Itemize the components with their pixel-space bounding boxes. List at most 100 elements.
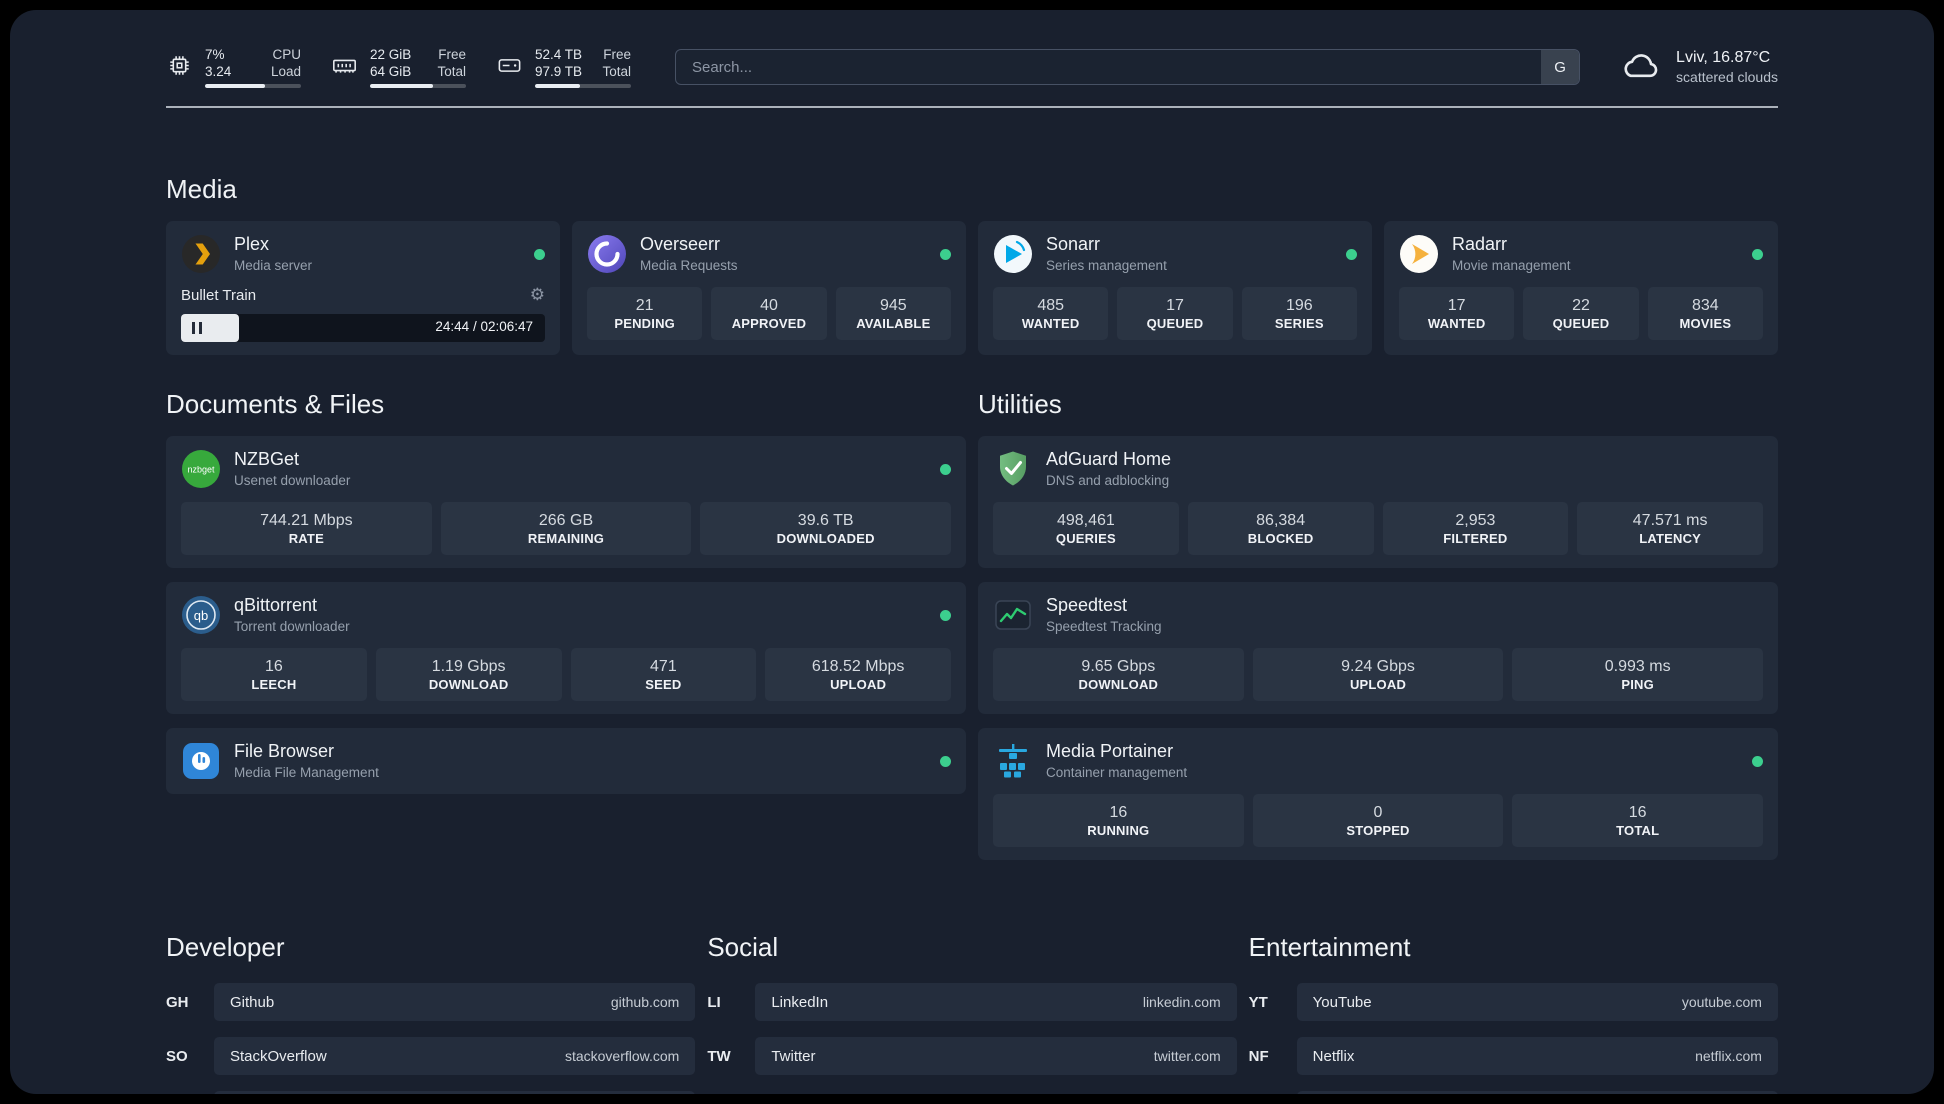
gear-icon[interactable]: ⚙ [530,285,545,305]
bookmark-reddit[interactable]: RE Redditreddit.com [1249,1091,1778,1094]
app-card-sonarr[interactable]: Sonarr Series management 485 WANTED 17 QUE… [978,221,1372,355]
media-time: 24:44 / 02:06:47 [435,319,533,334]
app-card-radarr[interactable]: Radarr Movie management 17 WANTED 22 QUEUE… [1384,221,1778,355]
cpu-icon [166,46,193,79]
bookmark-url: github.com [610,994,680,1010]
media-progress-fill [181,314,240,342]
weather-location: Lviv, 16.87°C [1676,49,1771,66]
search-input[interactable] [676,50,1542,84]
qbittorrent-icon: qb [181,595,221,635]
stat-box: 485 WANTED [993,287,1109,340]
app-card-adguard[interactable]: AdGuard Home DNS and adblocking 498,461 Q… [978,436,1778,568]
bookmark-abbr: NF [1248,1047,1269,1065]
documents-column: Documents & Files nzbget NZBGet Usenet d… [166,389,966,874]
disk-free-row: 52.4 TB Free [535,46,631,63]
status-dot [940,463,951,475]
section-title-social: Social [707,932,779,962]
bookmark-url: stackoverflow.com [564,1048,680,1064]
section-title-media: Media [166,174,237,204]
weather-condition: scattered clouds [1676,69,1778,85]
bookmark-abbr: LI [707,993,721,1011]
topbar-divider [166,106,1778,108]
bookmark-linkedin[interactable]: LI LinkedIn linkedin.com [707,983,1237,1021]
bookmark-url: netflix.com [1695,1048,1762,1064]
bookmark-stackoverflow[interactable]: SO StackOverflow stackoverflow.com [166,1037,696,1075]
bookmark-url: linkedin.com [1142,994,1221,1010]
bookmark-name: Netflix [1312,1047,1355,1065]
app-card-filebrowser[interactable]: File Browser Media File Management [166,728,966,794]
stat-box: 47.571 ms LATENCY [1577,502,1763,555]
search-engine-button[interactable]: G [1541,50,1580,84]
status-dot [940,248,951,260]
app-desc: Movie management [1452,258,1571,273]
cpu-percent: 7% [205,47,225,62]
media-progress-bar[interactable]: 24:44 / 02:06:47 [181,314,545,342]
ram-total-row: 64 GiB Total [370,63,466,80]
app-card-qbittorrent[interactable]: qb qBittorrent Torrent downloader 16 LEEC… [166,582,966,714]
stat-box: 16 LEECH [181,648,367,701]
plex-icon [181,234,221,274]
app-desc: Container management [1046,765,1188,780]
cpu-load: 3.24 [205,64,232,79]
bookmark-github[interactable]: GH Github github.com [166,983,696,1021]
status-dot [940,609,951,621]
app-name: Plex [234,234,270,254]
bookmark-name: Github [230,993,275,1011]
nzbget-icon: nzbget [181,449,221,489]
pause-icon[interactable] [192,322,202,334]
weather-widget[interactable]: Lviv, 16.87°C scattered clouds [1620,48,1778,86]
stat-box: 834 MOVIES [1647,287,1763,340]
bookmark-youtube[interactable]: YT YouTube youtube.com [1249,983,1778,1021]
ram-free: 22 GiB [370,47,412,62]
utilities-column: Utilities AdGuard Home DNS and adblockin… [978,389,1778,874]
app-desc: Speedtest Tracking [1046,619,1162,634]
speedtest-icon [993,595,1033,635]
stat-box: 39.6 TB DOWNLOADED [700,502,952,555]
dashboard-window: 7% CPU 3.24 Load 22 GiB Free 64 GiB Total [10,10,1934,1094]
bookmark-abbr: GH [166,993,189,1011]
bookmark-netflix[interactable]: NF Netflix netflix.com [1249,1037,1778,1075]
media-row: Plex Media server Bullet Train ⚙ 24:44 /… [166,221,1778,355]
section-title-documents: Documents & Files [166,389,385,419]
section-title-developer: Developer [166,932,285,962]
bookmark-abbr: SO [166,1047,188,1065]
stat-box: 266 GB REMAINING [440,502,692,555]
app-name: NZBGet [234,449,300,469]
cpu-label: CPU [272,47,301,62]
app-desc: Series management [1046,258,1167,273]
topbar: 7% CPU 3.24 Load 22 GiB Free 64 GiB Total [166,46,1778,88]
app-desc: Media server [234,258,313,273]
stat-box: 9.65 Gbps DOWNLOAD [993,648,1244,701]
ram-widget: 22 GiB Free 64 GiB Total [331,46,466,88]
ram-usage-bar [370,84,466,88]
stat-box: 17 WANTED [1399,287,1515,340]
app-desc: Media File Management [234,765,379,780]
stat-box: 744.21 Mbps RATE [181,502,432,555]
stat-box: 0 STOPPED [1252,794,1504,847]
stat-box: 196 SERIES [1241,287,1357,340]
app-card-overseerr[interactable]: Overseerr Media Requests 21 PENDING 40 APP… [572,221,966,355]
cpu-widget: 7% CPU 3.24 Load [166,46,301,88]
bookmark-url: twitter.com [1153,1048,1221,1064]
app-card-portainer[interactable]: Media Portainer Container management 16 R… [978,728,1778,860]
stat-box: 21 PENDING [587,287,703,340]
app-card-nzbget[interactable]: nzbget NZBGet Usenet downloader 744.21 M… [166,436,966,568]
stat-box: 86,384 BLOCKED [1187,502,1374,555]
overseerr-icon [587,234,627,274]
section-title-entertainment: Entertainment [1248,932,1411,962]
app-name: qBittorrent [234,595,318,615]
stat-box: 9.24 Gbps UPLOAD [1252,648,1504,701]
app-card-speedtest[interactable]: Speedtest Speedtest Tracking 9.65 Gbps DO… [978,582,1778,714]
app-card-plex[interactable]: Plex Media server Bullet Train ⚙ 24:44 /… [166,221,560,355]
disk-total: 97.9 TB [535,64,583,79]
status-dot [940,755,951,767]
ram-free-row: 22 GiB Free [370,46,466,63]
developer-column: Developer GH Github github.com SO StackOv… [166,932,696,1094]
stat-box: 2,953 FILTERED [1382,502,1569,555]
status-dot [1752,755,1763,767]
app-name: Radarr [1452,234,1508,254]
bookmark-twitter[interactable]: TW Twitter twitter.com [707,1037,1237,1075]
ram-total: 64 GiB [370,64,412,79]
bookmark-dev[interactable]: DT DEVdev.to [166,1091,696,1094]
cpu-usage-bar [205,84,301,88]
